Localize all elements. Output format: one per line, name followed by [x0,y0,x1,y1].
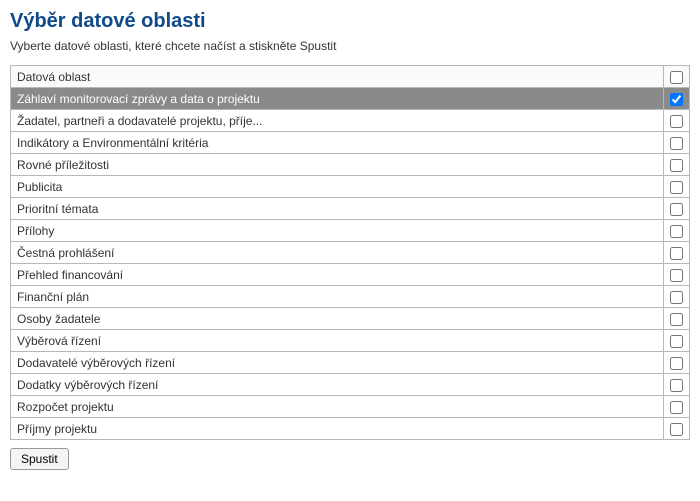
row-check-cell [664,220,690,242]
table-row[interactable]: Výběrová řízení [11,330,690,352]
row-label: Výběrová řízení [11,330,664,352]
row-checkbox[interactable] [670,93,683,106]
row-checkbox[interactable] [670,291,683,304]
row-check-cell [664,352,690,374]
table-row[interactable]: Prioritní témata [11,198,690,220]
row-check-cell [664,132,690,154]
row-check-cell [664,330,690,352]
run-button[interactable]: Spustit [10,448,69,470]
table-row[interactable]: Dodatky výběrových řízení [11,374,690,396]
table-row[interactable]: Osoby žadatele [11,308,690,330]
row-checkbox[interactable] [670,247,683,260]
row-checkbox[interactable] [670,423,683,436]
instruction-text: Vyberte datové oblasti, které chcete nač… [10,39,690,53]
row-label: Záhlaví monitorovací zprávy a data o pro… [11,88,664,110]
row-checkbox[interactable] [670,357,683,370]
row-checkbox[interactable] [670,115,683,128]
row-check-cell [664,264,690,286]
row-checkbox[interactable] [670,379,683,392]
table-row[interactable]: Indikátory a Environmentální kritéria [11,132,690,154]
row-checkbox[interactable] [670,335,683,348]
row-label: Dodatky výběrových řízení [11,374,664,396]
table-row[interactable]: Finanční plán [11,286,690,308]
table-row[interactable]: Publicita [11,176,690,198]
row-check-cell [664,374,690,396]
row-check-cell [664,396,690,418]
row-checkbox[interactable] [670,181,683,194]
row-check-cell [664,242,690,264]
table-row[interactable]: Rovné příležitosti [11,154,690,176]
table-row[interactable]: Přílohy [11,220,690,242]
row-label: Publicita [11,176,664,198]
table-row[interactable]: Čestná prohlášení [11,242,690,264]
row-label: Prioritní témata [11,198,664,220]
row-checkbox[interactable] [670,401,683,414]
table-row[interactable]: Záhlaví monitorovací zprávy a data o pro… [11,88,690,110]
row-check-cell [664,418,690,440]
row-checkbox[interactable] [670,313,683,326]
table-header-label: Datová oblast [11,66,664,88]
row-checkbox[interactable] [670,225,683,238]
select-all-checkbox[interactable] [670,71,683,84]
table-row[interactable]: Dodavatelé výběrových řízení [11,352,690,374]
row-checkbox[interactable] [670,137,683,150]
row-check-cell [664,308,690,330]
data-area-table: Datová oblast Záhlaví monitorovací zpráv… [10,65,690,440]
row-check-cell [664,286,690,308]
row-label: Přílohy [11,220,664,242]
row-label: Finanční plán [11,286,664,308]
row-label: Přehled financování [11,264,664,286]
row-checkbox[interactable] [670,203,683,216]
table-row[interactable]: Přehled financování [11,264,690,286]
row-check-cell [664,176,690,198]
row-label: Indikátory a Environmentální kritéria [11,132,664,154]
table-row[interactable]: Žadatel, partneři a dodavatelé projektu,… [11,110,690,132]
row-checkbox[interactable] [670,269,683,282]
row-label: Dodavatelé výběrových řízení [11,352,664,374]
row-label: Rozpočet projektu [11,396,664,418]
row-label: Žadatel, partneři a dodavatelé projektu,… [11,110,664,132]
page-title: Výběr datové oblasti [10,10,690,33]
row-label: Osoby žadatele [11,308,664,330]
table-row[interactable]: Příjmy projektu [11,418,690,440]
table-row[interactable]: Rozpočet projektu [11,396,690,418]
row-check-cell [664,88,690,110]
row-checkbox[interactable] [670,159,683,172]
row-check-cell [664,110,690,132]
row-label: Rovné příležitosti [11,154,664,176]
row-label: Čestná prohlášení [11,242,664,264]
table-header-check [664,66,690,88]
row-label: Příjmy projektu [11,418,664,440]
row-check-cell [664,198,690,220]
row-check-cell [664,154,690,176]
